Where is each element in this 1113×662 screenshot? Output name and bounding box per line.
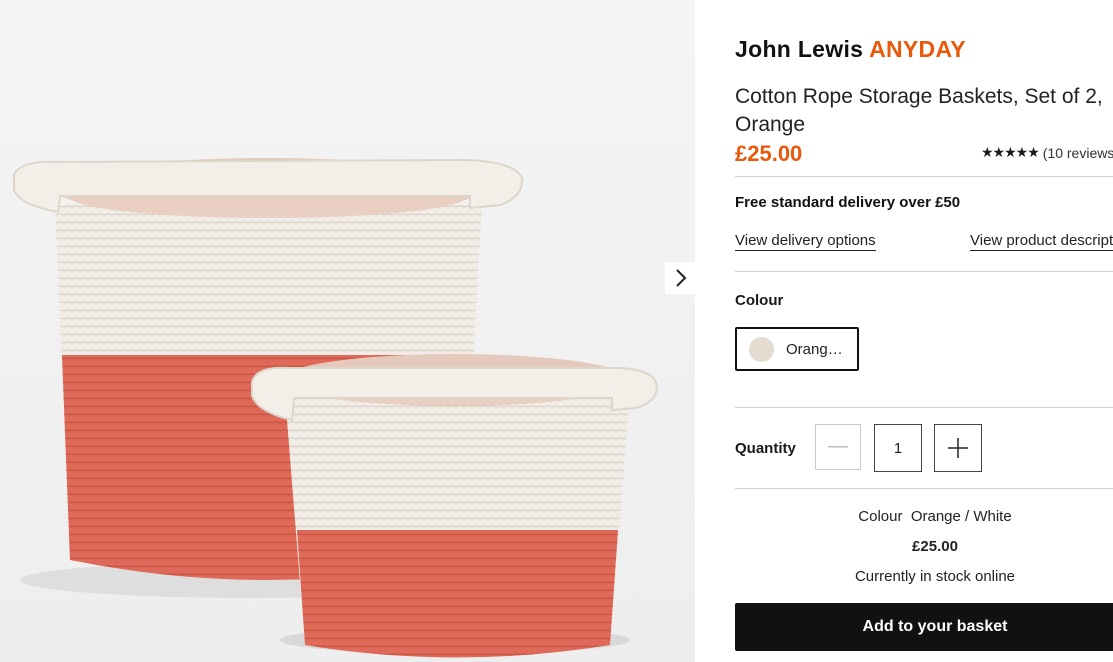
divider [735, 176, 1113, 177]
swatch-label: Orang… [786, 340, 843, 358]
quantity-input[interactable] [874, 424, 922, 472]
product-title-line2: Orange [735, 113, 806, 137]
add-to-basket-button[interactable]: Add to your basket [735, 603, 1113, 651]
chevron-right-icon [676, 269, 687, 287]
colour-swatch-orange[interactable]: Orang… [735, 327, 859, 371]
brand-main: John Lewis [735, 36, 864, 62]
brand-sub: ANYDAY [869, 36, 966, 62]
product-info-panel: John Lewis ANYDAY Cotton Rope Storage Ba… [735, 0, 1113, 662]
divider [735, 488, 1113, 489]
plus-icon [948, 438, 968, 458]
product-photo [0, 0, 695, 662]
decrease-quantity-button[interactable] [815, 424, 861, 470]
colour-label: Colour [735, 292, 784, 309]
minus-icon [828, 446, 848, 448]
delivery-headline: Free standard delivery over £50 [735, 194, 961, 211]
product-title: Cotton Rope Storage Baskets, Set of 2, O… [735, 83, 1113, 139]
summary-colour-value: Orange / White [910, 508, 1012, 525]
star-icon: ★★★★★ [981, 144, 1040, 160]
next-image-button[interactable] [665, 262, 695, 294]
reviews-count: (10 reviews) [1042, 144, 1113, 161]
product-image-gallery [0, 0, 695, 662]
selected-colour-summary: Colour Orange / White [735, 508, 1113, 525]
divider [735, 407, 1113, 408]
view-delivery-options-link[interactable]: View delivery options [735, 232, 876, 251]
brand-name[interactable]: John Lewis ANYDAY [735, 36, 966, 63]
view-product-description-link[interactable]: View product description [970, 232, 1113, 251]
increase-quantity-button[interactable] [934, 424, 982, 472]
product-rating[interactable]: ★★★★★ (10 reviews) [981, 144, 1113, 161]
product-price: £25.00 [735, 141, 803, 166]
summary-colour-key: Colour [858, 508, 903, 525]
swatch-color-dot [749, 336, 774, 362]
stock-status: Currently in stock online [854, 568, 1016, 585]
divider [735, 271, 1113, 272]
summary-price: £25.00 [912, 538, 958, 555]
quantity-label: Quantity [735, 440, 796, 457]
product-title-line1: Cotton Rope Storage Baskets, Set of 2, [735, 85, 1103, 109]
